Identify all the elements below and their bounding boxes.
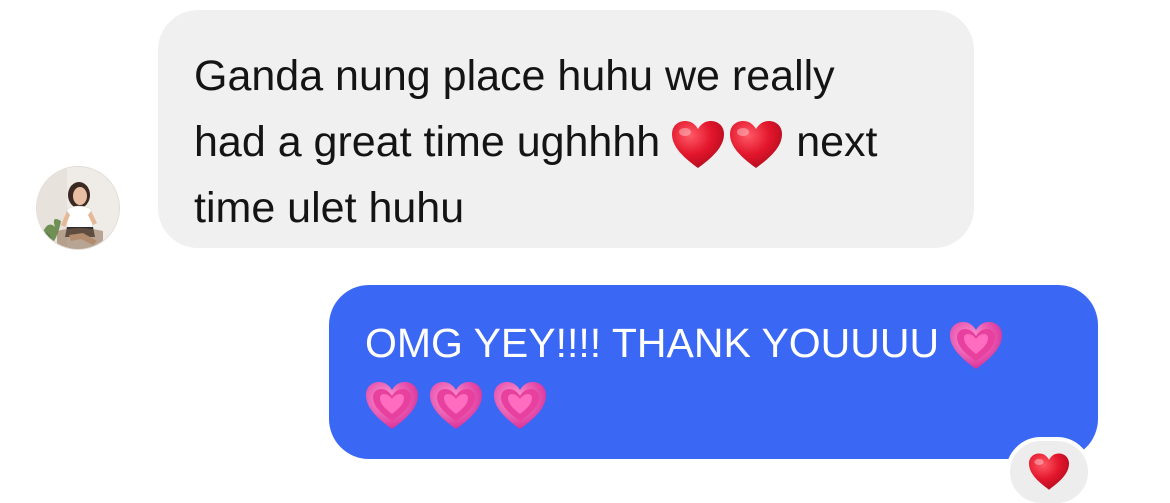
received-message-text-after-emoji: next — [796, 118, 878, 166]
message-reaction-badge[interactable] — [1006, 437, 1092, 503]
red-heart-icon — [1029, 453, 1069, 490]
received-message-bubble[interactable]: Ganda nung place huhu we really had a gr… — [158, 10, 974, 248]
chat-thread: Ganda nung place huhu we really had a gr… — [0, 0, 1170, 503]
sent-message-text: OMG YEY!!!! THANK YOUUUU — [365, 320, 940, 366]
received-message-line-2: had a great time ughhhh next — [194, 109, 938, 175]
received-message-text-before-emoji: had a great time ughhhh — [194, 118, 661, 166]
received-message-line-1: Ganda nung place huhu we really — [194, 52, 835, 100]
growing-heart-icon — [366, 382, 418, 430]
growing-heart-icon — [494, 382, 546, 430]
sent-message-line-1: OMG YEY!!!! THANK YOUUUU — [365, 313, 1062, 373]
growing-heart-icon — [430, 382, 482, 430]
received-message-line-3: time ulet huhu — [194, 184, 465, 232]
sent-message-line-2 — [365, 373, 1062, 433]
sent-message-bubble[interactable]: OMG YEY!!!! THANK YOUUUU — [329, 285, 1098, 459]
avatar-photo — [37, 167, 119, 249]
growing-heart-icon — [950, 322, 1003, 370]
red-heart-icon — [672, 120, 725, 168]
contact-avatar[interactable] — [36, 166, 120, 250]
red-heart-icon — [730, 120, 783, 168]
